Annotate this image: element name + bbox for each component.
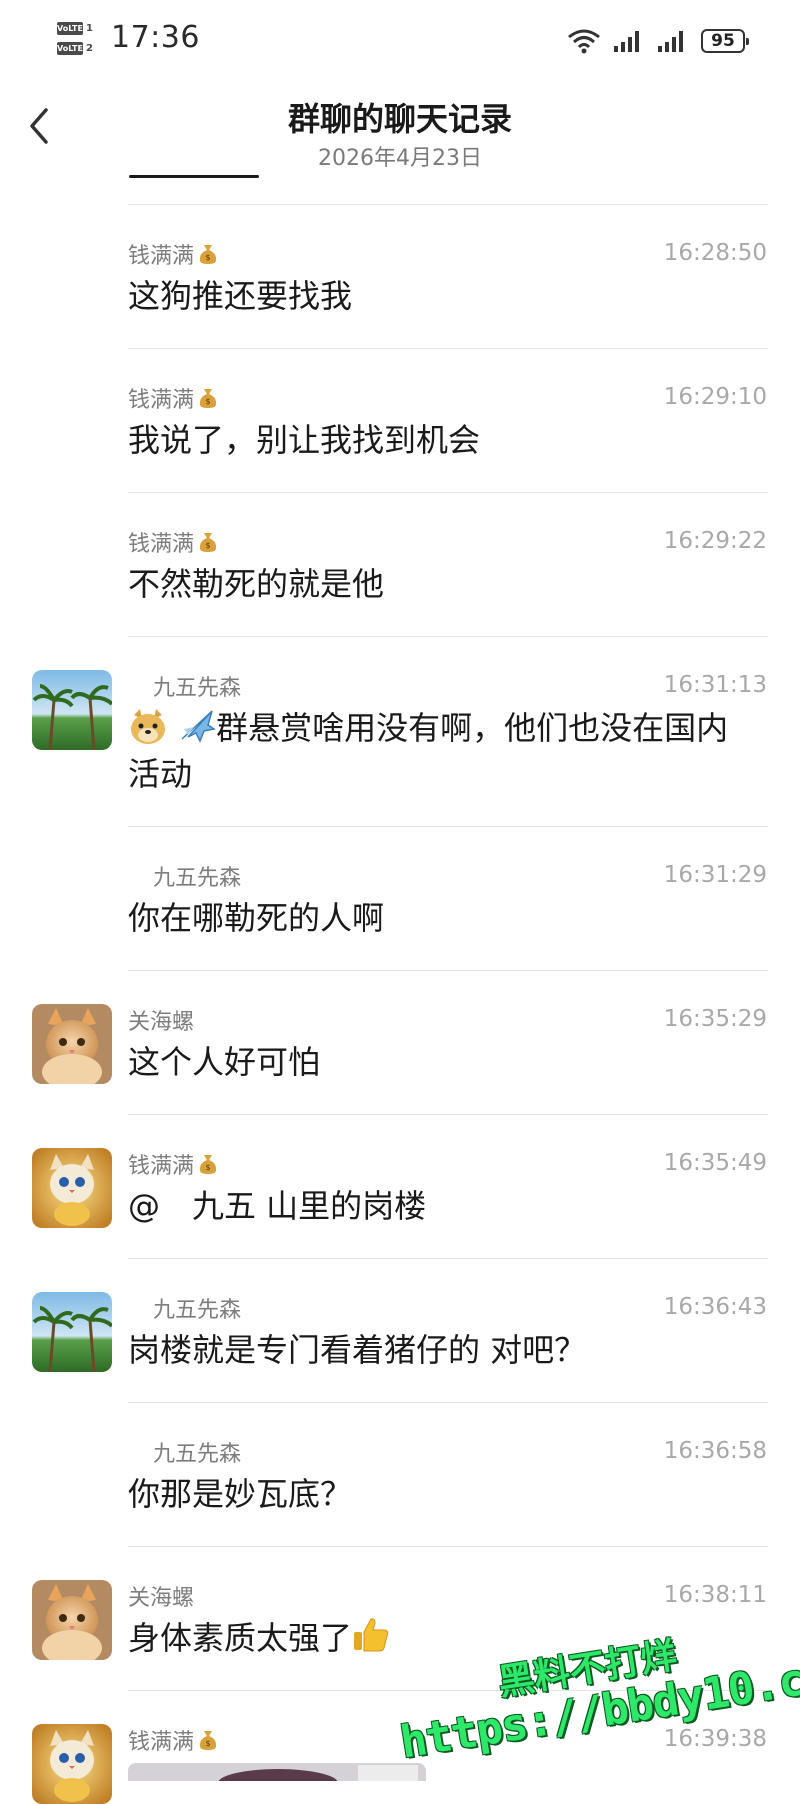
divider — [128, 636, 768, 637]
svg-text:$: $ — [205, 1163, 210, 1172]
message-time: 16:31:29 — [663, 862, 767, 888]
signal-icon — [614, 31, 639, 52]
volte-label: VoLTE — [57, 42, 83, 55]
message-time: 16:29:10 — [663, 384, 767, 410]
svg-text:$: $ — [205, 253, 210, 262]
sender-name: 关海螺 — [128, 1010, 195, 1035]
message-text: 这个人好可怕 — [128, 1043, 321, 1081]
divider — [128, 1258, 768, 1259]
sender-name: 关海螺 — [128, 1586, 195, 1611]
message-time: 16:36:58 — [663, 1438, 767, 1464]
message-text-content: 群悬赏啥用没有啊，他们也没在国内活动 — [128, 709, 729, 793]
message-text: @ 九五 山里的岗楼 — [128, 1187, 427, 1225]
sender-name: 钱满满 $ — [128, 238, 218, 270]
thumbs-up-icon — [354, 1618, 389, 1652]
sim-number: 2 — [86, 43, 93, 54]
svg-text:$: $ — [205, 1739, 210, 1748]
volte-label: VoLTE — [57, 22, 83, 35]
sender-label: 钱满满 — [128, 244, 195, 269]
message-text: 我说了，别让我找到机会 — [128, 421, 481, 459]
divider — [128, 1114, 768, 1115]
message-time: 16:31:13 — [663, 672, 767, 698]
sim-number: 1 — [86, 23, 93, 34]
divider — [128, 1546, 768, 1547]
message-text: 不然勒死的就是他 — [128, 565, 385, 603]
message-text: 群悬赏啥用没有啊，他们也没在国内活动 — [128, 705, 758, 797]
avatar[interactable] — [32, 1148, 112, 1228]
status-time: 17:36 — [111, 20, 200, 55]
money-bag-icon: $ — [199, 1155, 217, 1174]
message-text: 这狗推还要找我 — [128, 277, 353, 315]
sender-label: 钱满满 — [128, 1154, 195, 1179]
message-text: 你那是妙瓦底？ — [128, 1475, 353, 1513]
divider — [128, 492, 768, 493]
airplane-emoji-icon — [181, 710, 217, 743]
money-bag-icon: $ — [199, 1731, 217, 1750]
sender-name: 九五先森 — [153, 676, 242, 701]
message-time: 16:28:50 — [663, 240, 767, 266]
divider — [128, 1402, 768, 1403]
message-time: 16:29:22 — [663, 528, 767, 554]
message-time: 16:36:43 — [663, 1294, 767, 1320]
message-text: 你在哪勒死的人啊 — [128, 899, 385, 937]
status-icons: 95 — [567, 26, 749, 56]
avatar[interactable] — [32, 670, 112, 750]
image-thumbnail — [128, 1763, 426, 1781]
avatar[interactable] — [32, 1292, 112, 1372]
sender-label: 钱满满 — [128, 1730, 195, 1755]
battery-indicator: 95 — [701, 29, 749, 53]
divider — [128, 204, 768, 205]
sender-name: 钱满满 $ — [128, 526, 218, 558]
sender-label: 钱满满 — [128, 388, 195, 413]
image-message-preview[interactable] — [128, 1763, 426, 1781]
volte-2-indicator: VoLTE 2 — [57, 42, 97, 56]
divider — [128, 826, 768, 827]
sender-name: 九五先森 — [153, 1442, 242, 1467]
money-bag-icon: $ — [199, 245, 217, 264]
money-bag-icon: $ — [199, 533, 217, 552]
sender-name: 钱满满 $ — [128, 1148, 218, 1180]
message-time: 16:39:38 — [663, 1726, 767, 1752]
avatar[interactable] — [32, 1004, 112, 1084]
sender-name: 钱满满 $ — [128, 382, 218, 414]
volte-1-indicator: VoLTE 1 — [57, 22, 97, 36]
svg-text:$: $ — [205, 541, 210, 550]
signal-icon — [658, 31, 683, 52]
doge-emoji-icon — [131, 709, 165, 744]
sender-name: 九五先森 — [153, 866, 242, 891]
message-text: 岗楼就是专门看着猪仔的 对吧？ — [128, 1331, 587, 1369]
avatar[interactable] — [32, 1580, 112, 1660]
page-title: 群聊的聊天记录 — [287, 100, 512, 138]
divider — [128, 970, 768, 971]
sender-name: 九五先森 — [153, 1298, 242, 1323]
message-text-content: 身体素质太强了 — [128, 1619, 353, 1657]
avatar[interactable] — [32, 1724, 112, 1804]
sender-name: 钱满满 $ — [128, 1724, 218, 1756]
wifi-icon — [568, 29, 600, 54]
chat-history-header: 群聊的聊天记录 2026年4月23日 — [0, 82, 800, 172]
page-date: 2026年4月23日 — [318, 146, 482, 171]
money-bag-icon: $ — [199, 389, 217, 408]
message-time: 16:38:11 — [663, 1582, 767, 1608]
sender-label: 钱满满 — [128, 532, 195, 557]
message-time: 16:35:29 — [663, 1006, 767, 1032]
previous-message-underline — [129, 175, 259, 178]
svg-text:$: $ — [205, 397, 210, 406]
divider — [128, 348, 768, 349]
status-bar: VoLTE 1 VoLTE 2 17:36 95 — [0, 0, 800, 82]
message-time: 16:35:49 — [663, 1150, 767, 1176]
